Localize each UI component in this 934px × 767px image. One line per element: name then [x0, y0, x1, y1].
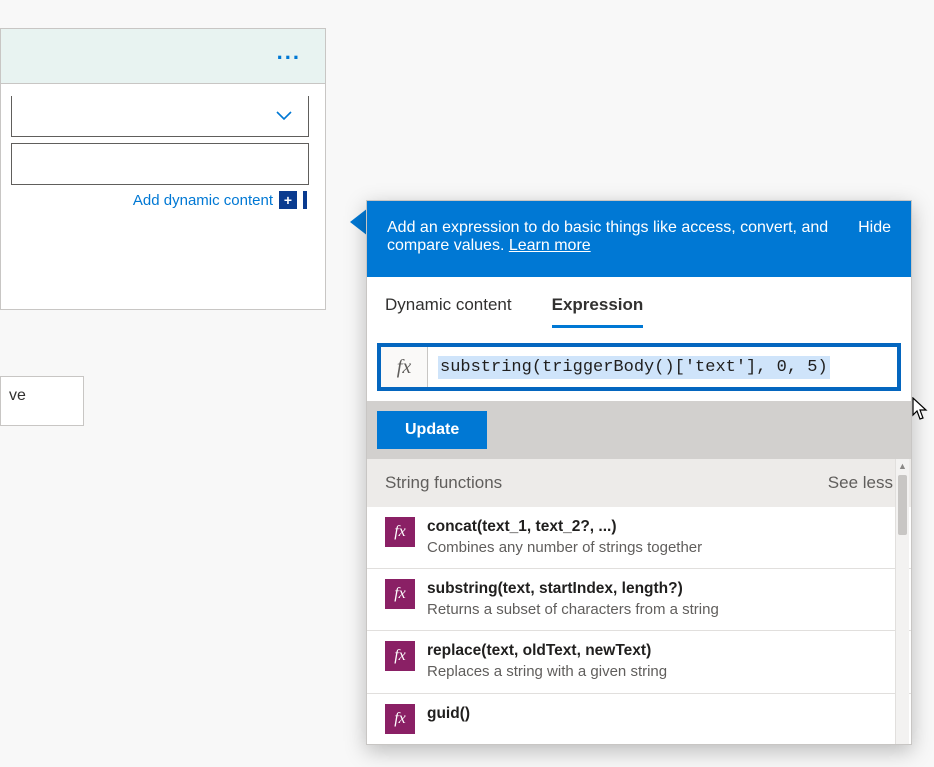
function-group-header: String functions See less — [367, 459, 911, 507]
fx-icon: fx — [381, 347, 428, 387]
fx-label: fx — [397, 356, 411, 379]
function-item[interactable]: fx concat(text_1, text_2?, ...) Combines… — [367, 507, 911, 569]
save-fragment[interactable]: ve — [0, 376, 84, 426]
ellipsis-icon[interactable]: ... — [277, 39, 301, 65]
function-group-title: String functions — [385, 473, 502, 493]
scroll-up-icon[interactable]: ▲ — [896, 459, 909, 473]
expression-tabs: Dynamic content Expression — [367, 277, 911, 329]
expression-panel-header: Add an expression to do basic things lik… — [367, 201, 911, 277]
expression-input-value: substring(triggerBody()['text'], 0, 5) — [438, 356, 830, 379]
hide-panel-button[interactable]: Hide — [858, 219, 891, 237]
function-item[interactable]: fx guid() — [367, 694, 911, 744]
expression-input[interactable]: substring(triggerBody()['text'], 0, 5) — [428, 347, 897, 387]
update-bar: Update — [367, 401, 911, 459]
expression-panel-title: Add an expression to do basic things lik… — [387, 219, 838, 255]
see-less-link[interactable]: See less — [828, 473, 893, 493]
plus-icon: + — [279, 191, 297, 209]
fx-badge-icon: fx — [385, 579, 415, 609]
cursor-icon — [912, 397, 928, 421]
function-signature: concat(text_1, text_2?, ...) — [427, 517, 702, 538]
expression-input-wrap: fx substring(triggerBody()['text'], 0, 5… — [377, 343, 901, 391]
add-dynamic-content-label: Add dynamic content — [133, 192, 273, 209]
function-list: fx concat(text_1, text_2?, ...) Combines… — [367, 507, 911, 744]
function-item[interactable]: fx substring(text, startIndex, length?) … — [367, 569, 911, 631]
function-description: Combines any number of strings together — [427, 538, 702, 558]
chevron-down-icon — [274, 106, 294, 126]
save-fragment-label: ve — [9, 387, 26, 404]
add-dynamic-content-link[interactable]: Add dynamic content + — [133, 191, 307, 209]
update-button[interactable]: Update — [377, 411, 487, 449]
action-card-header[interactable]: ... — [1, 29, 325, 84]
plus-icon-bar — [303, 191, 307, 209]
expression-header-text: Add an expression to do basic things lik… — [387, 219, 828, 254]
fx-badge-icon: fx — [385, 517, 415, 547]
tab-dynamic-content[interactable]: Dynamic content — [385, 295, 512, 328]
function-signature: substring(text, startIndex, length?) — [427, 579, 719, 600]
learn-more-link[interactable]: Learn more — [509, 237, 591, 254]
fx-badge-icon: fx — [385, 641, 415, 671]
action-card-body: Add dynamic content + — [1, 84, 325, 209]
dropdown-field[interactable] — [11, 96, 309, 137]
expression-panel: Add an expression to do basic things lik… — [366, 200, 912, 745]
fx-badge-icon: fx — [385, 704, 415, 734]
function-description: Returns a subset of characters from a st… — [427, 600, 719, 620]
function-item[interactable]: fx replace(text, oldText, newText) Repla… — [367, 631, 911, 693]
function-description: Replaces a string with a given string — [427, 662, 667, 682]
function-signature: guid() — [427, 704, 470, 725]
scroll-thumb[interactable] — [898, 475, 907, 535]
tab-expression[interactable]: Expression — [552, 295, 644, 328]
function-signature: replace(text, oldText, newText) — [427, 641, 667, 662]
action-card: ... Add dynamic content + — [0, 28, 326, 310]
scrollbar[interactable]: ▲ — [895, 459, 909, 744]
text-field[interactable] — [11, 143, 309, 185]
